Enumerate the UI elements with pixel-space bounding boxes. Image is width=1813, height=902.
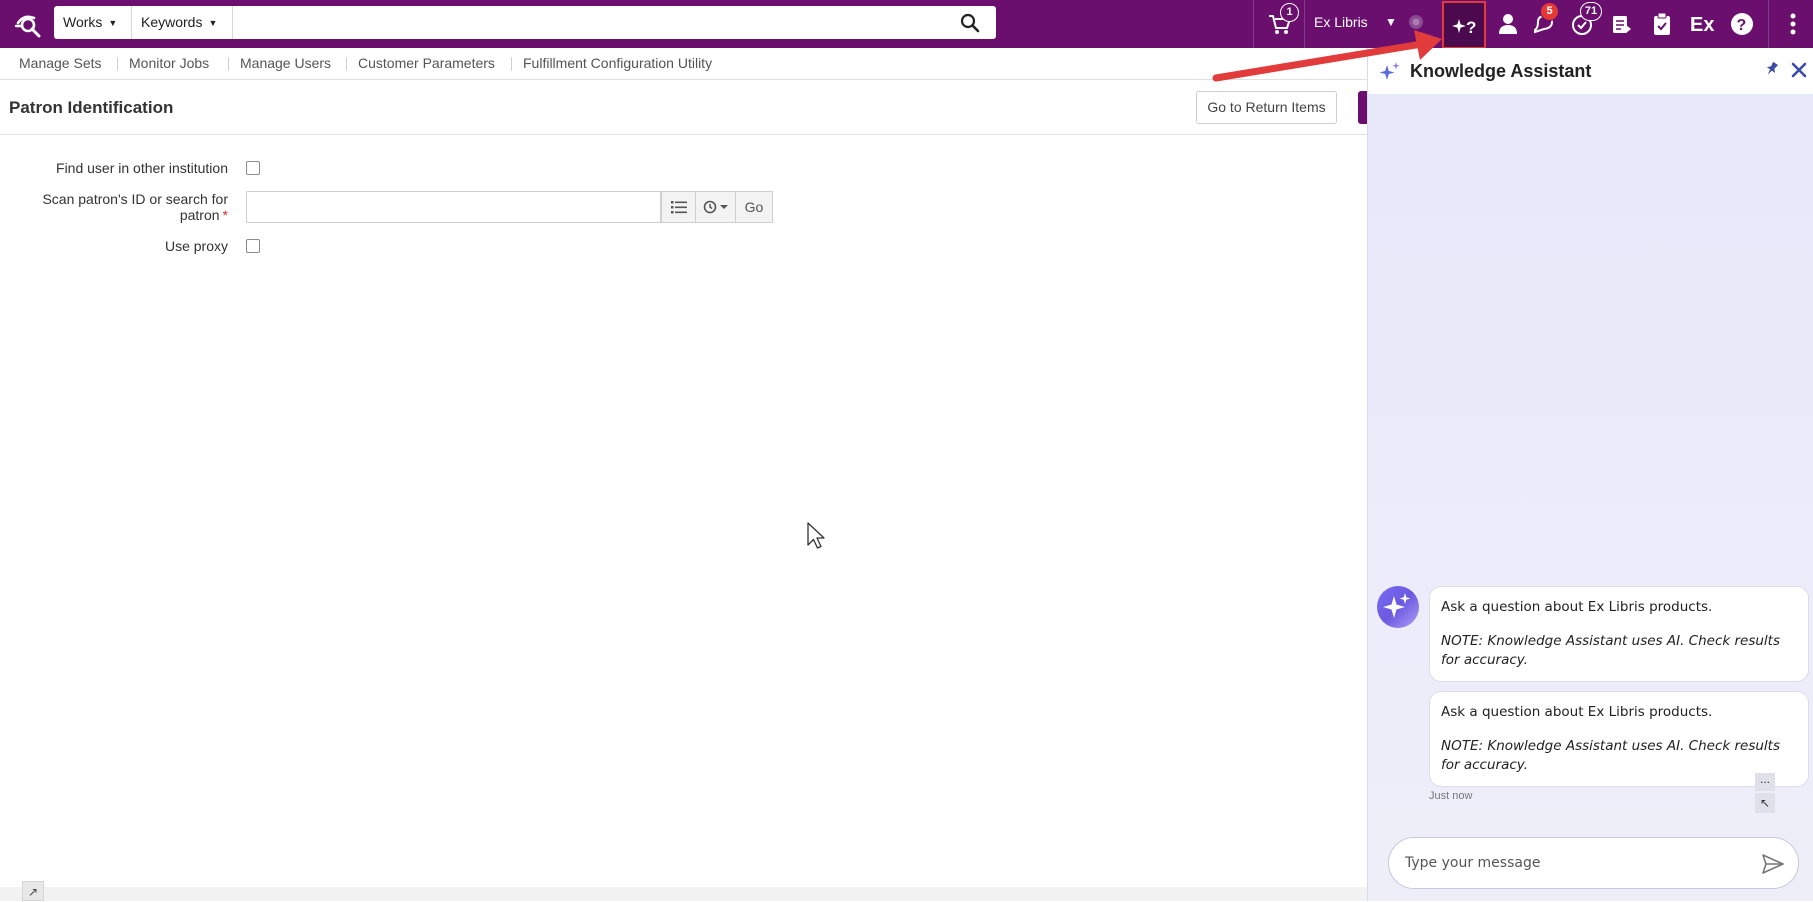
message-timestamp: Just now xyxy=(1429,790,1473,802)
scan-patron-label-line2: patron xyxy=(179,207,220,223)
help-button[interactable]: ? xyxy=(1724,0,1760,48)
scan-patron-label: Scan patron's ID or search for patron * xyxy=(42,191,228,223)
search-scope-label: Works xyxy=(63,14,103,30)
list-icon xyxy=(670,201,687,214)
search-input[interactable] xyxy=(239,10,939,35)
notifications-count-badge: 5 xyxy=(1540,2,1559,21)
message-options-button[interactable]: ... xyxy=(1755,773,1775,791)
page-title: Patron Identification xyxy=(9,98,174,117)
find-user-checkbox[interactable] xyxy=(246,161,260,175)
ex-libris-icon: Ex xyxy=(1690,14,1714,35)
svg-text:?: ? xyxy=(1737,17,1747,34)
help-icon: ? xyxy=(1731,13,1753,35)
svg-text:Ex: Ex xyxy=(1690,14,1714,35)
history-icon xyxy=(703,200,728,214)
clipboard-icon xyxy=(1654,12,1670,35)
user-button[interactable] xyxy=(1490,0,1526,48)
message-text: Ask a question about Ex Libris products. xyxy=(1441,599,1713,615)
search-icon[interactable] xyxy=(960,13,980,33)
clipboard-button[interactable] xyxy=(1644,0,1680,48)
slips-icon xyxy=(1613,16,1631,33)
tasks-count-badge: 71 xyxy=(1580,2,1602,21)
go-button[interactable]: Go xyxy=(735,191,773,223)
slips-button[interactable] xyxy=(1604,0,1640,48)
search-scope-dropdown[interactable]: Works ▼ xyxy=(54,6,132,39)
subnav-divider xyxy=(117,57,118,71)
assistant-avatar xyxy=(1377,586,1419,628)
bottom-bar xyxy=(0,887,1367,901)
pin-icon[interactable] xyxy=(1761,60,1781,80)
assistant-message: Ask a question about Ex Libris products.… xyxy=(1429,586,1809,682)
subnav-fulfillment-configuration-utility[interactable]: Fulfillment Configuration Utility xyxy=(523,48,712,79)
search-field-dropdown[interactable]: Keywords ▼ xyxy=(132,6,233,39)
status-indicator-icon xyxy=(1409,15,1423,29)
subnav-manage-users[interactable]: Manage Users xyxy=(240,48,331,79)
collapse-icon[interactable]: ↖ xyxy=(1755,793,1775,813)
knowledge-assistant-panel: Knowledge Assistant Ask a question about… xyxy=(1367,48,1813,901)
page-header: Patron Identification Go to Return Items xyxy=(0,80,1370,135)
search-field-label: Keywords xyxy=(141,14,203,30)
scan-patron-label-line1: Scan patron's ID or search for xyxy=(42,191,228,207)
use-proxy-label: Use proxy xyxy=(164,238,228,254)
user-icon xyxy=(1499,14,1517,34)
message-input[interactable] xyxy=(1405,852,1745,874)
top-bar: Works ▼ Keywords ▼ 1 Ex Libris ▼ ? 5 71 … xyxy=(0,0,1813,49)
search-bar: Works ▼ Keywords ▼ xyxy=(54,6,996,39)
message-input-container xyxy=(1388,837,1799,889)
assistant-message: Ask a question about Ex Libris products.… xyxy=(1429,691,1809,787)
subnav-divider xyxy=(511,57,512,71)
use-proxy-checkbox[interactable] xyxy=(246,239,260,253)
caret-down-icon: ▼ xyxy=(108,18,118,28)
go-to-return-items-button[interactable]: Go to Return Items xyxy=(1196,91,1337,124)
close-icon[interactable] xyxy=(1788,59,1810,81)
subnav-customer-parameters[interactable]: Customer Parameters xyxy=(358,48,495,79)
sparkle-icon xyxy=(1383,593,1411,618)
sub-navigation: Manage Sets Monitor Jobs Manage Users Cu… xyxy=(0,48,1367,80)
send-icon[interactable] xyxy=(1761,853,1785,875)
caret-down-icon[interactable]: ▼ xyxy=(1385,15,1397,29)
patron-id-input[interactable] xyxy=(246,191,661,223)
logo-icon[interactable] xyxy=(14,10,44,38)
patron-history-button[interactable] xyxy=(695,191,736,223)
patron-list-button[interactable] xyxy=(661,191,696,223)
message-text: Ask a question about Ex Libris products. xyxy=(1441,704,1713,720)
subnav-monitor-jobs[interactable]: Monitor Jobs xyxy=(129,48,209,79)
expand-icon[interactable]: ↗ xyxy=(22,881,44,901)
cart-count-badge: 1 xyxy=(1280,3,1299,22)
subnav-divider xyxy=(228,57,229,71)
svg-text:?: ? xyxy=(1466,18,1476,37)
message-note: NOTE: Knowledge Assistant uses AI. Check… xyxy=(1441,738,1780,773)
find-user-label: Find user in other institution xyxy=(56,160,228,176)
mouse-cursor-icon xyxy=(807,522,825,549)
ex-libris-button[interactable]: Ex xyxy=(1684,0,1720,48)
toolbar-divider xyxy=(1768,0,1769,48)
caret-down-icon: ▼ xyxy=(208,18,218,28)
required-marker: * xyxy=(222,207,228,223)
more-vertical-icon xyxy=(1790,13,1796,35)
subnav-divider xyxy=(346,57,347,71)
annotation-arrow-icon xyxy=(1212,30,1442,82)
subnav-manage-sets[interactable]: Manage Sets xyxy=(19,48,102,79)
message-note: NOTE: Knowledge Assistant uses AI. Check… xyxy=(1441,633,1780,668)
more-menu-button[interactable] xyxy=(1778,0,1808,48)
